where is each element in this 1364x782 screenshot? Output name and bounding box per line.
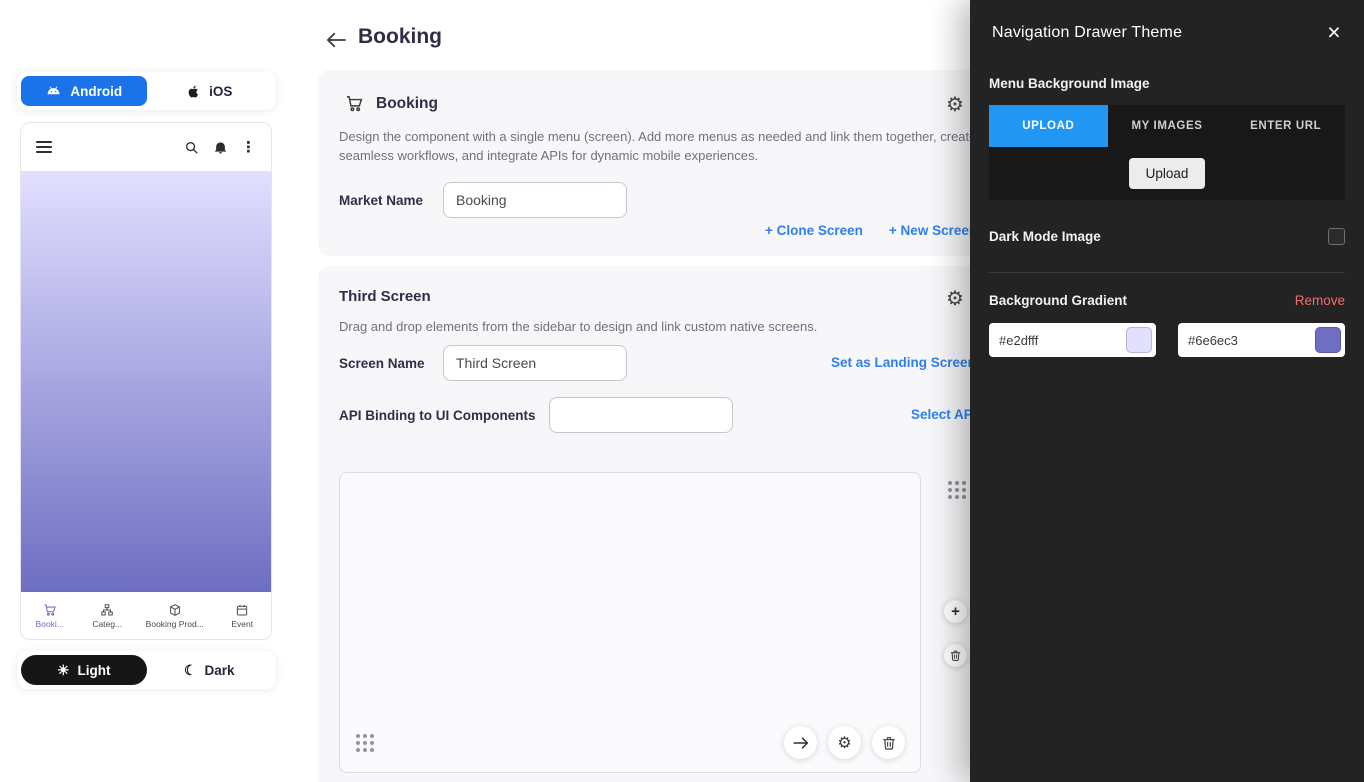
sun-icon: ☀ xyxy=(57,663,70,677)
menu-background-image-label: Menu Background Image xyxy=(989,76,1345,91)
drag-handle-icon[interactable] xyxy=(948,481,966,499)
screen-card-description: Drag and drop elements from the sidebar … xyxy=(339,318,939,337)
new-screen-link[interactable]: + New Screen xyxy=(889,223,977,238)
gradient-color-field-2 xyxy=(1178,323,1345,357)
cart-icon xyxy=(345,94,364,113)
arrow-right-icon xyxy=(792,734,810,752)
gradient-swatch-2[interactable] xyxy=(1315,327,1341,353)
tab-my-images[interactable]: MY IMAGES xyxy=(1108,105,1227,147)
gradient-swatch-1[interactable] xyxy=(1126,327,1152,353)
gear-icon[interactable]: ⚙ xyxy=(942,92,968,118)
gear-icon[interactable]: ⚙ xyxy=(942,286,968,312)
platform-toggle: Android iOS xyxy=(17,72,276,110)
clone-screen-link[interactable]: + Clone Screen xyxy=(765,223,863,238)
dark-mode-button[interactable]: ☾ Dark xyxy=(147,655,273,685)
gear-icon[interactable]: ⚙ xyxy=(828,726,861,759)
panel-title: Navigation Drawer Theme xyxy=(992,24,1182,41)
android-toggle-button[interactable]: Android xyxy=(21,76,147,106)
calendar-icon xyxy=(235,603,249,617)
booking-card-title: Booking xyxy=(376,95,438,113)
ios-toggle-label: iOS xyxy=(209,84,232,99)
light-mode-label: Light xyxy=(78,663,111,678)
trash-icon xyxy=(949,649,962,662)
gradient-color-field-1 xyxy=(989,323,1156,357)
screen-canvas-dropzone[interactable]: ⚙ xyxy=(339,472,921,773)
phone-nav-label: Event xyxy=(231,619,253,629)
screen-name-input[interactable] xyxy=(443,345,627,381)
android-icon xyxy=(45,86,62,96)
moon-icon: ☾ xyxy=(184,663,197,677)
phone-nav-item-event[interactable]: Event xyxy=(214,603,271,629)
page-title: Booking xyxy=(358,25,442,49)
app-root: Android iOS ⋮ xyxy=(0,0,1364,782)
dark-mode-image-label: Dark Mode Image xyxy=(989,229,1101,244)
phone-top-bar: ⋮ xyxy=(21,123,271,171)
delete-screen-button[interactable] xyxy=(944,644,967,667)
back-button[interactable] xyxy=(323,27,349,53)
hamburger-icon[interactable] xyxy=(36,138,52,156)
tab-enter-url[interactable]: ENTER URL xyxy=(1226,105,1345,147)
background-gradient-label: Background Gradient xyxy=(989,293,1127,308)
phone-nav-label: Booking Prod... xyxy=(146,619,204,629)
booking-card: Booking ⚙ Design the component with a si… xyxy=(318,70,1050,256)
booking-card-description: Design the component with a single menu … xyxy=(339,128,984,166)
api-binding-label: API Binding to UI Components xyxy=(339,408,549,423)
market-name-label: Market Name xyxy=(339,193,443,208)
upload-area: Upload xyxy=(989,147,1345,200)
upload-button[interactable]: Upload xyxy=(1129,158,1206,189)
apple-icon xyxy=(186,84,201,99)
screen-card-title: Third Screen xyxy=(339,288,431,305)
back-arrow-icon xyxy=(325,31,347,49)
tab-upload[interactable]: UPLOAD xyxy=(989,105,1108,147)
screen-name-label: Screen Name xyxy=(339,356,443,371)
navigation-drawer-theme-panel: Navigation Drawer Theme × Menu Backgroun… xyxy=(970,0,1364,782)
cart-icon xyxy=(43,603,57,617)
android-toggle-label: Android xyxy=(70,84,122,99)
trash-icon[interactable] xyxy=(872,726,905,759)
select-api-link[interactable]: Select API xyxy=(911,407,977,422)
plus-icon: + xyxy=(951,604,960,619)
phone-nav-label: Categ... xyxy=(92,619,122,629)
screen-card: Third Screen ⚙ Drag and drop elements fr… xyxy=(318,266,1050,782)
light-mode-button[interactable]: ☀ Light xyxy=(21,655,147,685)
image-source-tabs: UPLOAD MY IMAGES ENTER URL xyxy=(989,105,1345,147)
phone-preview: ⋮ Booki... Categ xyxy=(20,122,272,640)
close-icon[interactable]: × xyxy=(1320,18,1348,46)
phone-nav-label: Booki... xyxy=(36,619,64,629)
phone-bottom-nav: Booki... Categ... Booking Prod... xyxy=(21,592,271,639)
dark-mode-image-checkbox[interactable] xyxy=(1328,228,1345,245)
search-icon[interactable] xyxy=(183,139,199,155)
phone-screen xyxy=(21,171,271,592)
dark-mode-label: Dark xyxy=(205,663,235,678)
gradient-color-input-2[interactable] xyxy=(1188,333,1288,348)
phone-nav-item-booking-product[interactable]: Booking Prod... xyxy=(136,603,214,629)
set-landing-screen-link[interactable]: Set as Landing Screen xyxy=(831,355,976,370)
kebab-menu-icon[interactable]: ⋮ xyxy=(241,138,256,156)
phone-nav-item-booking[interactable]: Booki... xyxy=(21,603,78,629)
api-binding-input[interactable] xyxy=(549,397,733,433)
gradient-color-input-1[interactable] xyxy=(999,333,1099,348)
category-icon xyxy=(100,603,114,617)
divider xyxy=(989,272,1345,273)
ios-toggle-button[interactable]: iOS xyxy=(147,76,273,106)
market-name-input[interactable] xyxy=(443,182,627,218)
phone-nav-item-category[interactable]: Categ... xyxy=(78,603,135,629)
remove-gradient-link[interactable]: Remove xyxy=(1295,293,1345,308)
add-component-button[interactable]: + xyxy=(944,600,967,623)
navigate-button[interactable] xyxy=(784,726,817,759)
drag-handle-icon[interactable] xyxy=(356,734,374,752)
bell-icon[interactable] xyxy=(212,139,228,155)
mode-toggle: ☀ Light ☾ Dark xyxy=(17,651,276,689)
product-icon xyxy=(168,603,182,617)
